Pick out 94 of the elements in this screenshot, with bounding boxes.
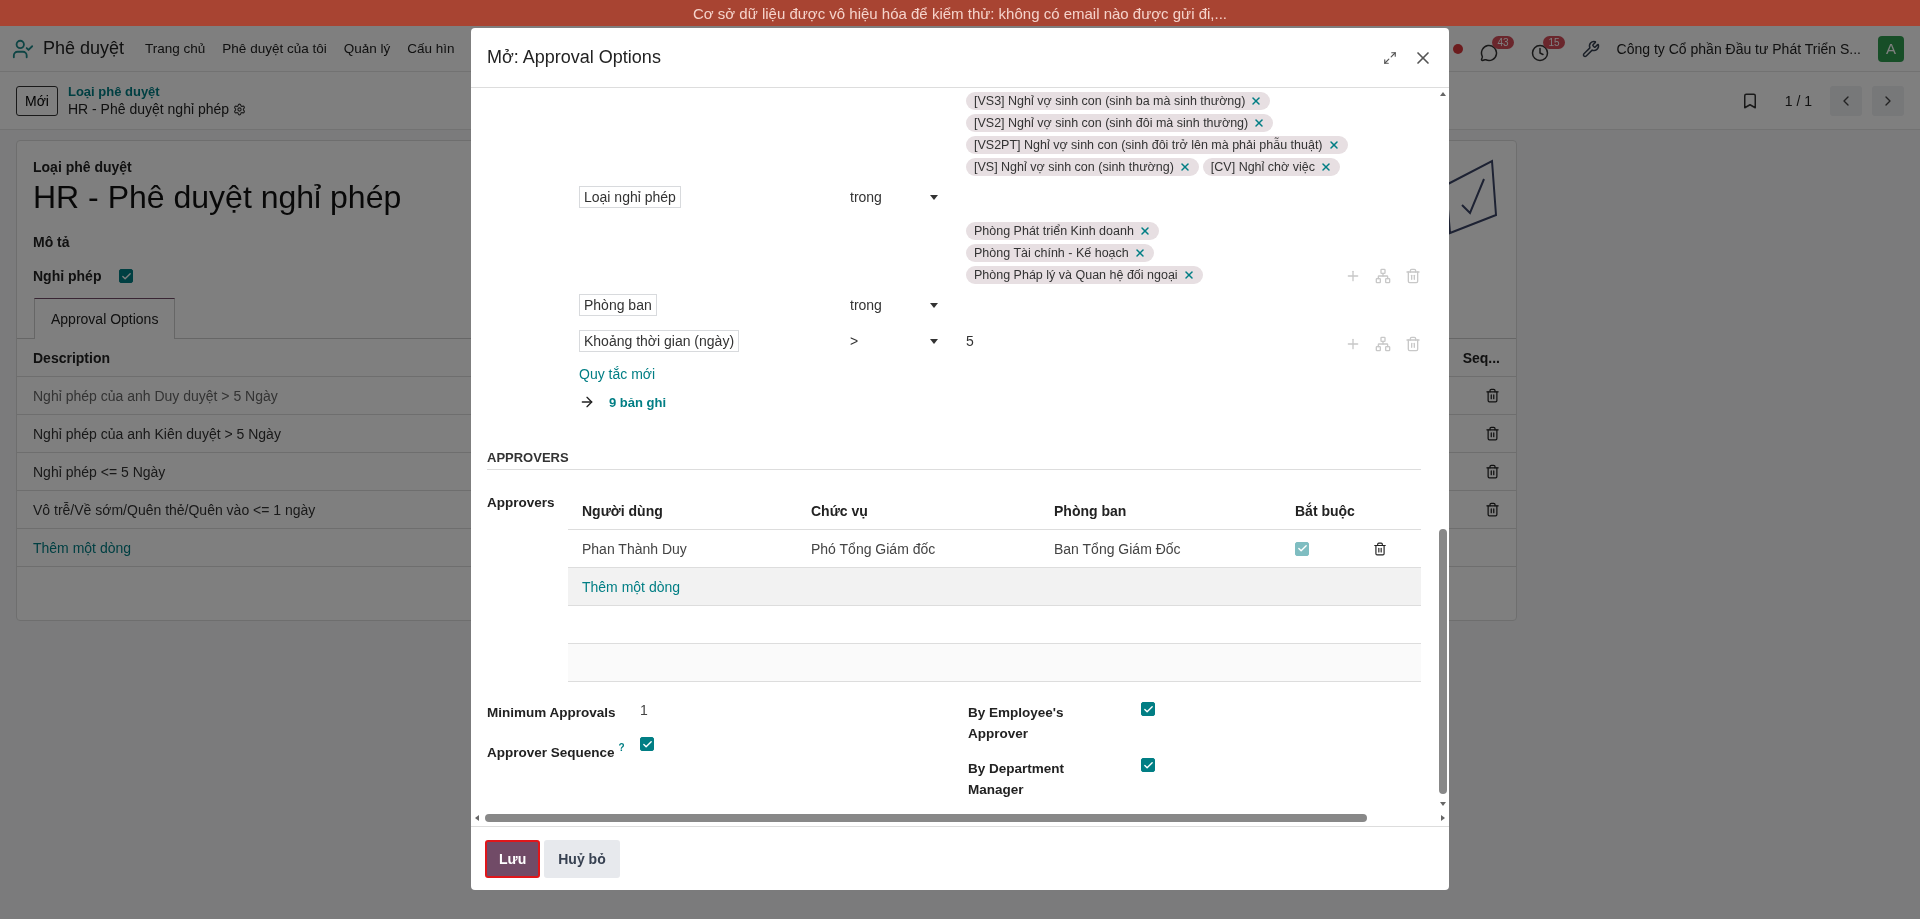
app-name[interactable]: Phê duyệt [43, 38, 125, 59]
field-label: Approver Sequence $^{?}$ [487, 741, 626, 762]
tag-text: [VS2PT] Nghỉ vợ sinh con (sinh đôi trở lên mà phải phẫu thuật) [974, 138, 1323, 152]
record-title: HR - Phê duyệt nghỉ phép [33, 179, 402, 216]
notice-banner: Cơ sở dữ liệu được vô hiệu hóa để kiểm thử: không có email nào được gửi đi,... [0, 0, 1920, 26]
tag-text: Phòng Pháp lý và Quan hệ đối ngoại [974, 268, 1178, 282]
checkbox[interactable] [1141, 758, 1155, 772]
field-label: Approvers [487, 494, 556, 512]
field-path-selector[interactable]: Khoảng thời gian (ngày) [579, 330, 740, 352]
delete-icon[interactable] [1373, 541, 1387, 556]
expand-button[interactable] [1383, 50, 1397, 65]
tag-text: [VS2] Nghỉ vợ sinh con (sinh đôi mà sinh thường) [974, 116, 1249, 130]
company-switcher[interactable]: Công ty Cổ phần Đầu tư Phát Triển S... [1616, 40, 1861, 57]
app-icon[interactable] [12, 37, 34, 60]
chat-icon [1479, 43, 1498, 62]
column-header: Chức vụ [811, 502, 869, 519]
tag-text: Phòng Phát triển Kinh doanh [974, 224, 1134, 238]
remove-icon[interactable] [1253, 117, 1266, 129]
field-label: Loại phê duyệt [33, 159, 132, 175]
menu-item[interactable]: Cấu hìn [407, 41, 455, 56]
user-avatar[interactable]: A [1878, 35, 1904, 62]
add-line-link[interactable]: Thêm một dòng [33, 539, 132, 556]
table-cell: Vô trễ/Về sớm/Quên thẻ/Quên vào <= 1 ngày [33, 501, 316, 518]
clock-icon [1530, 43, 1549, 62]
new-rule-link[interactable]: Quy tắc mới [579, 366, 656, 382]
checkbox[interactable] [119, 269, 134, 283]
field-path-selector[interactable]: Phòng ban [579, 294, 657, 316]
field-label: Minimum Approvals [487, 704, 617, 722]
scrollbar-thumb[interactable] [1439, 529, 1447, 794]
section-heading: APPROVERS [487, 450, 1421, 470]
caret-icon[interactable] [930, 302, 938, 308]
dialog-title: Mở: Approval Options [487, 47, 662, 68]
tag-text: Phòng Tài chính - Kế hoạch [974, 246, 1129, 260]
scroll-up-arrow[interactable] [1439, 90, 1447, 98]
remove-icon[interactable] [1182, 269, 1195, 281]
scroll-down-arrow[interactable] [1439, 800, 1447, 808]
column-header: Description [33, 349, 110, 366]
menu-item[interactable]: Phê duyệt của tôi [222, 41, 327, 56]
table-cell-text: Phan Thành Duy [582, 540, 688, 557]
value-field[interactable]: 5 [966, 333, 974, 349]
scroll-right-arrow[interactable] [1439, 814, 1447, 822]
tag-text: [VS3] Nghỉ vợ sinh con (sinh ba mà sinh thường) [974, 94, 1246, 108]
cancel-button[interactable]: Huỷ bỏ [544, 839, 620, 878]
checkbox[interactable] [640, 737, 654, 751]
breadcrumb-link[interactable]: Loại phê duyệt [67, 84, 247, 99]
record-name: HR - Phê duyệt nghỉ phép [67, 101, 230, 117]
table-cell-text: Phó Tổng Giám đốc [811, 540, 937, 557]
remove-icon[interactable] [1138, 225, 1151, 237]
tab[interactable]: Approval Options [34, 298, 176, 339]
tag-text: [CV] Nghỉ chờ việc [1210, 160, 1315, 174]
column-header: Bắt buộc [1295, 502, 1356, 519]
column-header: Seq... [1462, 349, 1500, 366]
field-label: Mô tả [33, 234, 70, 250]
field-label: By Department Manager [968, 760, 1066, 799]
activities-button[interactable]: 15 [1530, 35, 1565, 62]
field-value[interactable]: 1 [640, 702, 968, 718]
records-link[interactable]: 9 bản ghi [609, 394, 667, 410]
menu-item[interactable]: Trang chủ [145, 41, 206, 56]
status-dot [1452, 43, 1463, 54]
field-label: Nghỉ phép [33, 268, 102, 284]
checkbox[interactable] [1141, 702, 1155, 716]
field-label: By Employee's Approver [968, 704, 1065, 743]
remove-icon[interactable] [1319, 161, 1332, 173]
expand-icon [1383, 50, 1397, 65]
tools-icon[interactable] [1581, 39, 1600, 58]
remove-icon[interactable] [1133, 247, 1146, 259]
help-icon[interactable]: ? [618, 742, 625, 753]
caret-icon[interactable] [930, 338, 938, 344]
count-badge: 15 [1543, 35, 1565, 49]
add-line-link[interactable]: Thêm một dòng [582, 578, 811, 595]
operator-select[interactable]: > [850, 333, 938, 349]
settings-icon[interactable] [233, 102, 247, 116]
table-cell-text: Ban Tổng Giám Đốc [1054, 540, 1182, 557]
count-badge: 43 [1492, 35, 1514, 49]
pager-value: 1 / 1 [1784, 92, 1812, 109]
table-cell: Nghỉ phép của anh Duy duyệt > 5 Ngày [33, 387, 278, 404]
column-header: Người dùng [582, 502, 664, 519]
remove-icon[interactable] [1327, 139, 1340, 151]
remove-icon[interactable] [1250, 95, 1263, 107]
menu-item[interactable]: Quản lý [343, 41, 391, 56]
scrollbar-thumb[interactable] [485, 814, 1367, 822]
operator-select[interactable]: trong [850, 297, 938, 313]
new-button[interactable]: Mới [16, 85, 58, 116]
remove-icon[interactable] [1178, 161, 1191, 173]
table-cell: Nghỉ phép của anh Kiên duyệt > 5 Ngày [33, 425, 281, 442]
column-header: Phòng ban [1054, 502, 1128, 519]
scroll-left-arrow[interactable] [473, 814, 481, 822]
caret-icon[interactable] [930, 194, 938, 200]
field-path-selector[interactable]: Loại nghỉ phép [579, 186, 681, 208]
tag-text: [VS] Nghỉ vợ sinh con (sinh thường) [974, 160, 1174, 174]
table-cell: Nghỉ phép <= 5 Ngày [33, 463, 166, 480]
operator-select[interactable]: trong [850, 189, 938, 205]
save-button[interactable]: Lưu [485, 839, 541, 878]
messages-button[interactable]: 43 [1479, 35, 1514, 62]
